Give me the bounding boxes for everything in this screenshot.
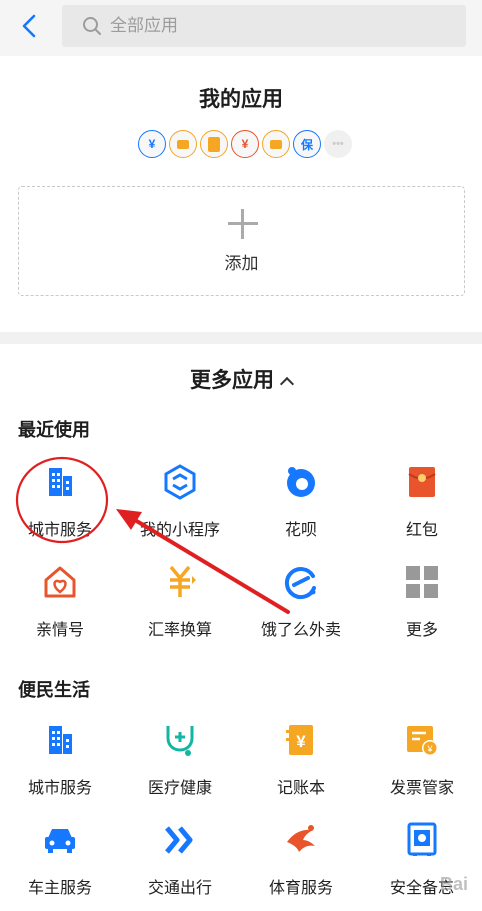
- more-grid-icon: [406, 566, 438, 598]
- app-item[interactable]: 饿了么外卖: [241, 564, 361, 664]
- card-icon: [169, 130, 197, 158]
- app-item[interactable]: 花呗: [241, 464, 361, 564]
- cup-icon: [262, 130, 290, 158]
- invoice-icon: ¥: [407, 726, 438, 756]
- app-item[interactable]: 城市服务: [0, 464, 120, 564]
- app-item[interactable]: 红包: [362, 464, 482, 564]
- app-label: 记账本: [276, 780, 325, 797]
- app-label: 更多: [405, 622, 438, 639]
- my-apps-title: 我的应用: [199, 88, 283, 111]
- sports-icon: [287, 825, 315, 852]
- eleme-icon: [284, 567, 316, 599]
- app-label: 交通出行: [147, 880, 212, 897]
- app-item[interactable]: 安全备忘: [362, 822, 482, 911]
- chevron-up-icon: [279, 376, 295, 392]
- app-item[interactable]: 城市服务: [0, 722, 120, 822]
- section-divider: [0, 332, 482, 344]
- app-item[interactable]: ¥ 发票管家: [362, 722, 482, 822]
- chevron-left-icon: [22, 14, 36, 38]
- family-house-icon: [44, 566, 76, 598]
- red-envelope-icon: [408, 467, 436, 497]
- mini-program-icon: [164, 464, 196, 500]
- svg-text:¥: ¥: [426, 744, 433, 754]
- ledger-icon: ¥: [286, 725, 313, 755]
- exchange-rate-icon: [169, 565, 196, 597]
- yuan-transfer-icon: ¥: [138, 130, 166, 158]
- section-title-life: 便民生活: [18, 680, 90, 700]
- car-icon: [45, 829, 75, 853]
- more-apps-title: 更多应用: [190, 369, 274, 392]
- app-item[interactable]: 体育服务: [241, 822, 361, 911]
- app-label: 花呗: [284, 522, 317, 539]
- app-label: 体育服务: [268, 880, 333, 897]
- transport-arrows-icon: [165, 826, 193, 854]
- app-item[interactable]: 汇率换算: [120, 564, 240, 664]
- app-label: 红包: [405, 522, 438, 539]
- search-input[interactable]: 全部应用: [62, 5, 466, 47]
- app-label: 饿了么外卖: [260, 622, 341, 639]
- app-item[interactable]: 车主服务: [0, 822, 120, 911]
- app-item[interactable]: 更多: [362, 564, 482, 664]
- safe-box-icon: [407, 822, 437, 856]
- svg-text:¥: ¥: [296, 732, 306, 751]
- app-item[interactable]: ¥ 记账本: [241, 722, 361, 822]
- app-item[interactable]: 亲情号: [0, 564, 120, 664]
- plus-icon: [228, 209, 258, 239]
- search-icon: [83, 17, 101, 35]
- app-label: 城市服务: [27, 780, 92, 797]
- add-label: 添加: [224, 254, 259, 273]
- app-label: 亲情号: [35, 622, 84, 639]
- medical-icon: [166, 726, 194, 756]
- app-item[interactable]: 我的小程序: [120, 464, 240, 564]
- watermark-logo: Bai: [439, 874, 468, 894]
- city-building-icon: [49, 726, 72, 754]
- back-button[interactable]: [16, 10, 46, 42]
- app-label: 车主服务: [27, 880, 92, 897]
- huabei-icon: [287, 467, 315, 497]
- app-label: 发票管家: [389, 780, 454, 797]
- app-item[interactable]: 交通出行: [120, 822, 240, 911]
- my-apps-icon-row[interactable]: ¥ ¥ 保 •••: [138, 130, 352, 158]
- more-dots-icon: •••: [324, 130, 352, 158]
- add-app-button[interactable]: 添加: [18, 186, 465, 296]
- app-label: 我的小程序: [139, 522, 220, 539]
- app-item[interactable]: 医疗健康: [120, 722, 240, 822]
- phone-icon: [200, 130, 228, 158]
- top-bar: 全部应用: [0, 0, 482, 56]
- section-title-recent: 最近使用: [18, 420, 90, 440]
- money-bag-icon: ¥: [231, 130, 259, 158]
- app-label: 医疗健康: [147, 780, 212, 797]
- app-label: 汇率换算: [147, 622, 212, 639]
- more-apps-toggle[interactable]: 更多应用: [0, 364, 482, 394]
- search-placeholder: 全部应用: [110, 16, 178, 35]
- city-building-icon: [49, 468, 72, 496]
- insurance-icon: 保: [293, 130, 321, 158]
- my-apps-panel: 我的应用 ¥ ¥ 保 ••• 添加: [0, 56, 482, 332]
- app-label: 城市服务: [27, 522, 92, 539]
